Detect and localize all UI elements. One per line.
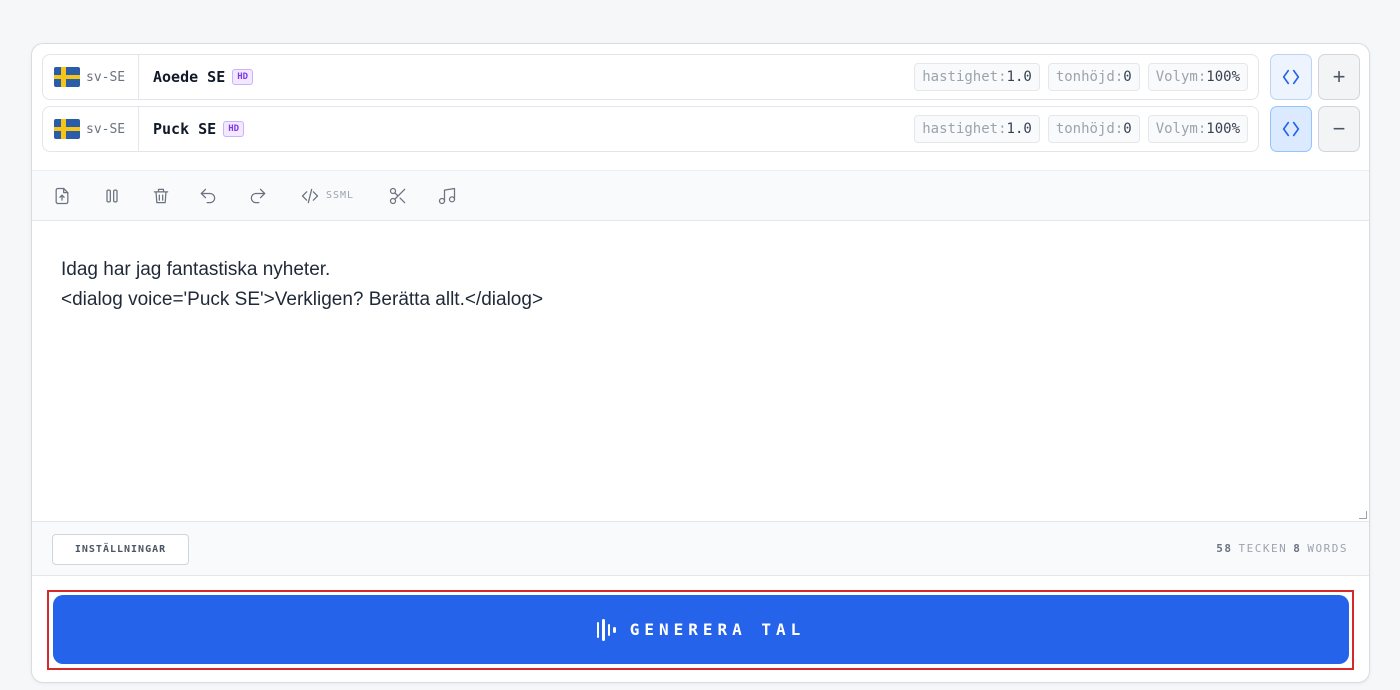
speed-param[interactable]: hastighet: 1.0 bbox=[914, 115, 1040, 143]
editor-footer: INSTÄLLNINGAR 58 TECKEN 8 WORDS bbox=[32, 521, 1369, 576]
minus-icon: − bbox=[1332, 116, 1346, 141]
code-icon bbox=[301, 188, 319, 203]
pitch-param[interactable]: tonhöjd: 0 bbox=[1047, 63, 1140, 91]
code-brackets-icon bbox=[1282, 69, 1300, 85]
settings-button[interactable]: INSTÄLLNINGAR bbox=[52, 534, 189, 565]
remove-voice-button[interactable]: − bbox=[1318, 106, 1360, 152]
text-counts: 58 TECKEN 8 WORDS bbox=[1216, 522, 1348, 575]
scissors-icon bbox=[389, 187, 406, 204]
trash-icon bbox=[153, 188, 169, 203]
volume-value: 100% bbox=[1206, 69, 1240, 85]
volume-value: 100% bbox=[1206, 121, 1240, 137]
volume-param[interactable]: Volym: 100% bbox=[1147, 115, 1248, 143]
audio-wave-icon bbox=[596, 618, 616, 641]
speed-label: hastighet: bbox=[922, 69, 1007, 85]
pitch-value: 0 bbox=[1123, 121, 1132, 137]
text-editor[interactable]: Idag har jag fantastiska nyheter. <dialo… bbox=[32, 221, 1369, 521]
volume-label: Volym: bbox=[1155, 121, 1207, 137]
voice-row-aoede[interactable]: sv-SE Aoede SE HD hastighet: 1.0 tonhöjd:… bbox=[42, 54, 1259, 100]
hd-badge: HD bbox=[232, 69, 254, 85]
file-upload-icon bbox=[55, 187, 69, 204]
voice-row-puck[interactable]: sv-SE Puck SE HD hastighet: 1.0 tonhöjd: 0… bbox=[42, 106, 1259, 152]
voice-params: hastighet: 1.0 tonhöjd: 0 Volym: 100% bbox=[914, 107, 1248, 151]
word-count: 8 bbox=[1293, 542, 1302, 555]
plus-icon: + bbox=[1332, 64, 1346, 89]
word-label: WORDS bbox=[1307, 542, 1348, 555]
volume-label: Volym: bbox=[1155, 69, 1207, 85]
sweden-flag-icon bbox=[54, 67, 80, 87]
undo-button[interactable] bbox=[198, 171, 218, 220]
add-voice-button[interactable]: + bbox=[1318, 54, 1360, 100]
language-code: sv-SE bbox=[86, 121, 126, 137]
speed-label: hastighet: bbox=[922, 121, 1007, 137]
music-button[interactable] bbox=[437, 171, 457, 220]
editor-toolbar: SSML bbox=[32, 170, 1369, 221]
pitch-value: 0 bbox=[1123, 69, 1132, 85]
speed-param[interactable]: hastighet: 1.0 bbox=[914, 63, 1040, 91]
redo-button[interactable] bbox=[248, 171, 268, 220]
voice-name-label: Aoede SE bbox=[153, 68, 226, 86]
voice-name[interactable]: Puck SE HD bbox=[153, 107, 245, 151]
music-note-icon bbox=[438, 187, 456, 204]
insert-voice-tag-button[interactable] bbox=[1270, 106, 1312, 152]
speed-value: 1.0 bbox=[1006, 121, 1032, 137]
language-selector[interactable]: sv-SE bbox=[43, 55, 139, 99]
upload-file-button[interactable] bbox=[52, 171, 72, 220]
voice-name-label: Puck SE bbox=[153, 120, 217, 138]
language-code: sv-SE bbox=[86, 69, 126, 85]
hd-badge: HD bbox=[223, 121, 245, 137]
pitch-label: tonhöjd: bbox=[1055, 121, 1124, 137]
clear-button[interactable] bbox=[151, 171, 171, 220]
pause-button[interactable] bbox=[102, 171, 122, 220]
generate-label: GENERERA TAL bbox=[629, 620, 806, 639]
code-brackets-icon bbox=[1282, 121, 1300, 137]
language-selector[interactable]: sv-SE bbox=[43, 107, 139, 151]
voice-name[interactable]: Aoede SE HD bbox=[153, 55, 254, 99]
generate-speech-button[interactable]: GENERERA TAL bbox=[53, 595, 1349, 664]
tts-editor-card: sv-SE Aoede SE HD hastighet: 1.0 tonhöjd:… bbox=[31, 43, 1370, 683]
editor-line: Idag har jag fantastiska nyheter. bbox=[61, 259, 331, 280]
sweden-flag-icon bbox=[54, 119, 80, 139]
generate-highlight: GENERERA TAL bbox=[47, 590, 1354, 670]
volume-param[interactable]: Volym: 100% bbox=[1147, 63, 1248, 91]
voice-params: hastighet: 1.0 tonhöjd: 0 Volym: 100% bbox=[914, 55, 1248, 99]
cut-button[interactable] bbox=[388, 171, 408, 220]
pitch-label: tonhöjd: bbox=[1055, 69, 1124, 85]
char-label: TECKEN bbox=[1238, 542, 1288, 555]
undo-icon bbox=[200, 188, 216, 203]
ssml-label: SSML bbox=[326, 190, 355, 201]
editor-line: <dialog voice='Puck SE'>Verkligen? Berät… bbox=[61, 289, 544, 310]
speed-value: 1.0 bbox=[1006, 69, 1032, 85]
pitch-param[interactable]: tonhöjd: 0 bbox=[1047, 115, 1140, 143]
ssml-button[interactable]: SSML bbox=[300, 171, 354, 220]
insert-voice-tag-button[interactable] bbox=[1270, 54, 1312, 100]
pause-icon bbox=[106, 189, 118, 202]
redo-icon bbox=[250, 188, 266, 203]
char-count: 58 bbox=[1216, 542, 1233, 555]
resize-handle[interactable] bbox=[1359, 511, 1367, 519]
